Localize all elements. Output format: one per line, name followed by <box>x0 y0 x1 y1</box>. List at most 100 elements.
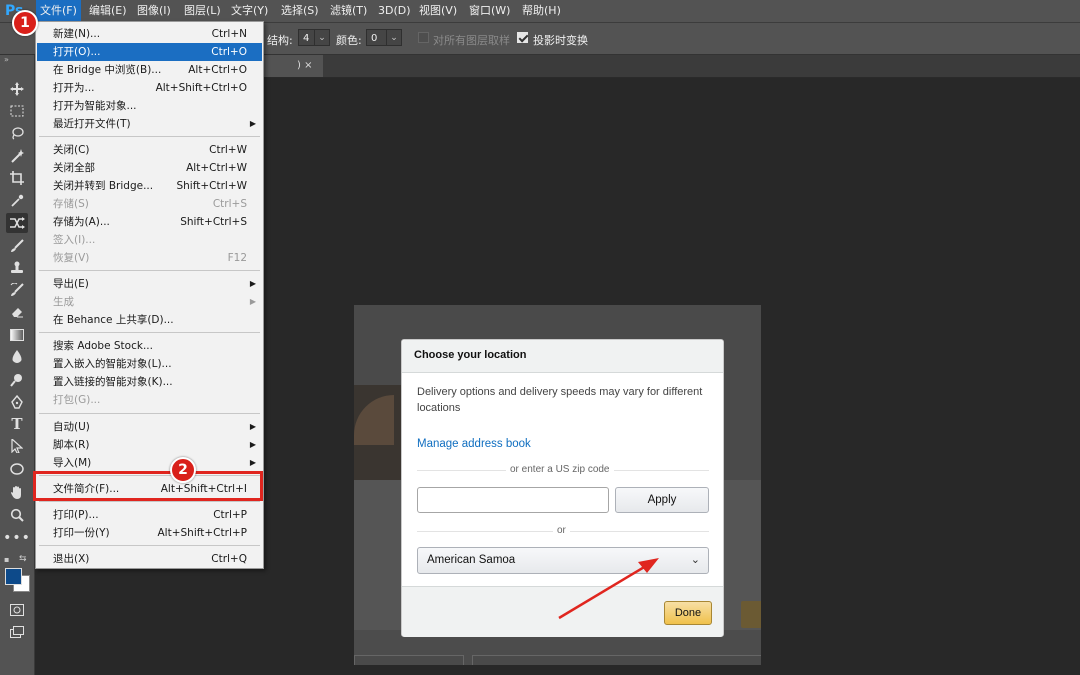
menu-separator <box>39 136 260 137</box>
menu-item-place-linked[interactable]: 置入链接的智能对象(K)... <box>37 373 262 391</box>
path-select-icon[interactable] <box>6 436 28 456</box>
more-icon[interactable]: ••• <box>3 528 30 548</box>
blur-icon[interactable] <box>6 347 28 367</box>
structure-select[interactable]: 4 ⌄ <box>298 29 330 46</box>
menu-item-label: 打开为智能对象... <box>53 100 137 112</box>
transform-on-drop-checkbox[interactable] <box>517 32 528 43</box>
color-label: 颜色: <box>336 34 362 47</box>
menu-layer[interactable]: 图层(L) <box>180 0 225 22</box>
menubar: Ps 文件(F) 编辑(E) 图像(I) 图层(L) 文字(Y) 选择(S) 滤… <box>0 0 1080 23</box>
apply-button[interactable]: Apply <box>615 487 709 513</box>
color-select[interactable]: 0 ⌄ <box>366 29 402 46</box>
menu-item-shortcut: Alt+Ctrl+W <box>186 162 247 174</box>
menu-item-automate[interactable]: 自动(U) ▶ <box>37 418 262 436</box>
eraser-icon[interactable] <box>6 302 28 322</box>
menu-separator <box>39 332 260 333</box>
menu-item-shortcut: F12 <box>227 252 247 264</box>
submenu-arrow-icon: ▶ <box>249 422 256 431</box>
hand-icon[interactable] <box>6 482 28 502</box>
menu-separator <box>39 270 260 271</box>
menu-item-label: 恢复(V) <box>53 252 90 264</box>
magic-wand-icon[interactable] <box>6 146 28 166</box>
menu-item-close[interactable]: 关闭(C) Ctrl+W <box>37 141 262 159</box>
menu-separator <box>39 413 260 414</box>
pen-icon[interactable] <box>6 392 28 412</box>
menu-item-close-and-go-to-bridge[interactable]: 关闭并转到 Bridge... Shift+Ctrl+W <box>37 177 262 195</box>
chevron-down-icon: ⌄ <box>690 554 700 566</box>
menu-item-label: 导入(M) <box>53 457 92 469</box>
menu-edit[interactable]: 编辑(E) <box>85 0 131 22</box>
content-aware-move-icon[interactable] <box>6 213 28 233</box>
menu-item-print-one-copy[interactable]: 打印一份(Y) Alt+Shift+Ctrl+P <box>37 524 262 542</box>
menu-file[interactable]: 文件(F) <box>36 0 81 22</box>
zip-code-input[interactable] <box>417 487 609 513</box>
menu-item-open[interactable]: 打开(O)... Ctrl+O <box>37 43 262 61</box>
dodge-icon[interactable] <box>6 370 28 390</box>
history-brush-icon[interactable] <box>6 280 28 300</box>
menu-3d[interactable]: 3D(D) <box>374 0 415 22</box>
crop-icon[interactable] <box>6 168 28 188</box>
gradient-icon[interactable] <box>6 325 28 345</box>
menu-window[interactable]: 窗口(W) <box>465 0 514 22</box>
menu-item-scripts[interactable]: 脚本(R) ▶ <box>37 436 262 454</box>
document-tab-close[interactable]: ) × <box>297 55 312 77</box>
menu-item-print[interactable]: 打印(P)... Ctrl+P <box>37 506 262 524</box>
manage-address-book-link[interactable]: Manage address book <box>417 438 531 450</box>
menu-item-new[interactable]: 新建(N)... Ctrl+N <box>37 25 262 43</box>
menu-item-import[interactable]: 导入(M) ▶ <box>37 454 262 472</box>
menu-filter[interactable]: 滤镜(T) <box>326 0 371 22</box>
eyedropper-icon[interactable] <box>6 191 28 211</box>
menu-item-label: 关闭并转到 Bridge... <box>53 180 154 192</box>
collapse-icon[interactable]: » <box>4 55 9 64</box>
menu-item-open-recent[interactable]: 最近打开文件(T) ▶ <box>37 115 262 133</box>
menu-item-shortcut: Alt+Shift+Ctrl+P <box>157 527 248 539</box>
menu-view[interactable]: 视图(V) <box>415 0 461 22</box>
document-tab[interactable]: ) × <box>263 55 323 77</box>
stamp-icon[interactable] <box>6 258 28 278</box>
menu-item-open-as-smart-object[interactable]: 打开为智能对象... <box>37 97 262 115</box>
menu-item-shortcut: Alt+Ctrl+O <box>188 64 247 76</box>
foreground-color-swatch[interactable] <box>5 568 22 585</box>
transform-on-drop-label: 投影时变换 <box>533 34 588 47</box>
menu-item-label: 脚本(R) <box>53 439 90 451</box>
menu-item-label: 关闭全部 <box>53 162 95 174</box>
menu-item-shortcut: Ctrl+P <box>213 509 247 521</box>
dialog-header: Choose your location <box>402 340 723 373</box>
menu-item-search-adobe-stock[interactable]: 搜索 Adobe Stock... <box>37 337 262 355</box>
menu-select[interactable]: 选择(S) <box>277 0 323 22</box>
menu-item-label: 打包(G)... <box>53 394 101 406</box>
menu-item-exit[interactable]: 退出(X) Ctrl+Q <box>37 550 262 568</box>
menu-item-close-all[interactable]: 关闭全部 Alt+Ctrl+W <box>37 159 262 177</box>
dialog-description: Delivery options and delivery speeds may… <box>417 386 703 414</box>
submenu-arrow-icon: ▶ <box>249 279 256 288</box>
menu-help[interactable]: 帮助(H) <box>518 0 565 22</box>
menu-item-place-embedded[interactable]: 置入嵌入的智能对象(L)... <box>37 355 262 373</box>
zoom-icon[interactable] <box>6 505 28 525</box>
quick-mask-icon[interactable] <box>6 600 28 620</box>
marquee-icon[interactable] <box>6 101 28 121</box>
brush-icon[interactable] <box>6 236 28 256</box>
menu-item-save-as[interactable]: 存储为(A)... Shift+Ctrl+S <box>37 213 262 231</box>
default-colors-icon[interactable]: ▪ <box>4 555 9 564</box>
menu-item-label: 打印(P)... <box>53 509 99 521</box>
menu-item-package: 打包(G)... <box>37 391 262 409</box>
menu-item-browse-in-bridge[interactable]: 在 Bridge 中浏览(B)... Alt+Ctrl+O <box>37 61 262 79</box>
zip-divider-text: or enter a US zip code <box>506 464 614 475</box>
done-button[interactable]: Done <box>664 601 712 625</box>
screen-mode-icon[interactable] <box>6 622 28 642</box>
swap-colors-icon[interactable]: ⇆ <box>19 554 27 564</box>
menu-item-share-on-behance[interactable]: 在 Behance 上共享(D)... <box>37 311 262 329</box>
menu-item-label: 打开为... <box>53 82 95 94</box>
menu-item-export[interactable]: 导出(E) ▶ <box>37 275 262 293</box>
menu-item-shortcut: Ctrl+N <box>211 28 247 40</box>
menu-image[interactable]: 图像(I) <box>133 0 175 22</box>
lasso-icon[interactable] <box>6 123 28 143</box>
menu-item-label: 在 Behance 上共享(D)... <box>53 314 174 326</box>
type-icon[interactable]: T <box>6 414 28 434</box>
menu-item-open-as[interactable]: 打开为... Alt+Shift+Ctrl+O <box>37 79 262 97</box>
menu-type[interactable]: 文字(Y) <box>227 0 272 22</box>
sample-all-layers-checkbox[interactable] <box>418 32 429 43</box>
move-icon[interactable] <box>6 79 28 99</box>
menu-item-shortcut: Ctrl+O <box>211 46 247 58</box>
ellipse-icon[interactable] <box>6 459 28 479</box>
